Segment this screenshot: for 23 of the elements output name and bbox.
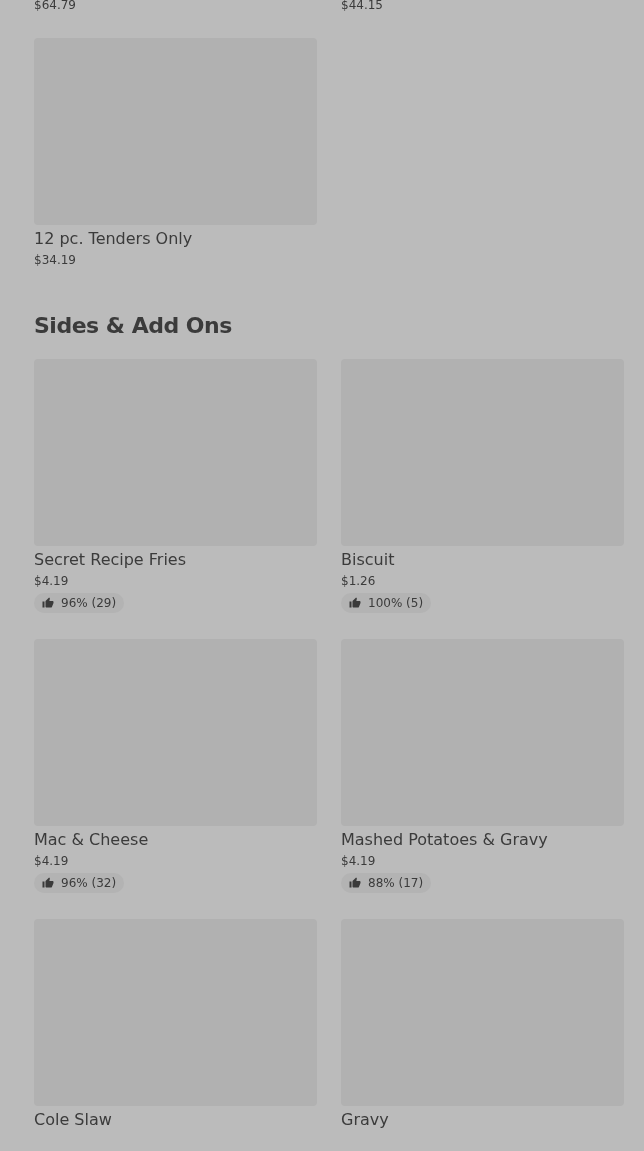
rating-text: 96% (32) <box>61 875 117 892</box>
item-name: 12 pc. Tenders Only <box>34 229 194 249</box>
item-price: $4.19 <box>34 573 70 589</box>
item-price: $4.19 <box>341 853 377 869</box>
item-name: Biscuit <box>341 550 396 570</box>
thumbs-up-icon <box>349 597 361 609</box>
thumbs-up-icon <box>42 877 54 889</box>
item-name: Gravy <box>341 1110 390 1130</box>
item-name: Mac & Cheese <box>34 830 150 850</box>
item-name: Cole Slaw <box>34 1110 113 1130</box>
rating-text: 96% (29) <box>61 595 117 612</box>
thumbs-up-icon <box>349 877 361 889</box>
section-heading: Sides & Add Ons <box>34 312 233 340</box>
item-price: $1.26 <box>341 573 377 589</box>
rating-text: 100% (5) <box>368 595 424 612</box>
item-price: $64.79 <box>34 0 77 13</box>
item-price: $44.15 <box>341 0 384 13</box>
rating-text: 88% (17) <box>368 875 424 892</box>
item-name: Secret Recipe Fries <box>34 550 188 570</box>
item-price: $4.19 <box>34 853 70 869</box>
item-price: $34.19 <box>34 252 77 268</box>
thumbs-up-icon <box>42 597 54 609</box>
item-name: Mashed Potatoes & Gravy <box>341 830 549 850</box>
